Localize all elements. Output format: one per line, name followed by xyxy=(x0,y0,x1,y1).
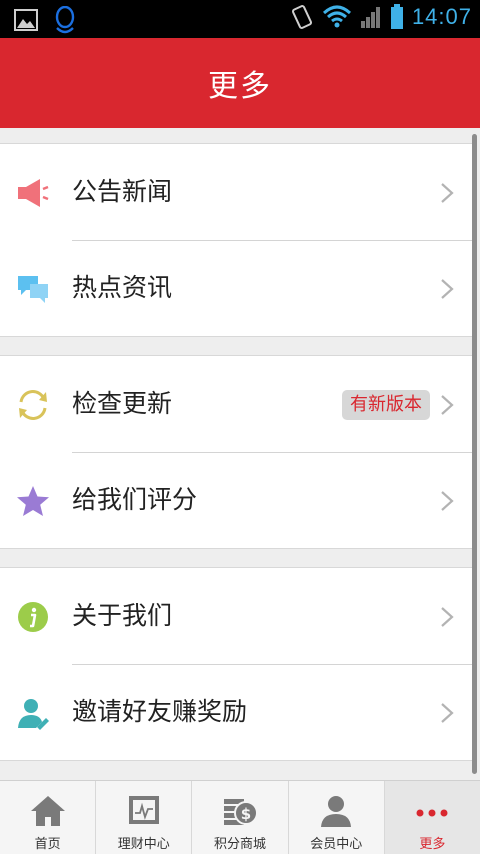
tab-member-center[interactable]: 会员中心 xyxy=(289,781,385,854)
tab-points-mall[interactable]: $ 积分商城 xyxy=(192,781,289,854)
invite-user-icon xyxy=(18,699,49,730)
menu-item-check-update[interactable]: 检查更新 有新版本 xyxy=(0,356,472,452)
tab-label: 积分商城 xyxy=(214,837,267,852)
menu-item-label: 关于我们 xyxy=(72,601,173,630)
vibrate-icon xyxy=(291,5,312,29)
page-title: 更多 xyxy=(208,69,272,104)
megaphone-icon xyxy=(18,179,49,207)
points-coin-icon: $ xyxy=(224,799,258,825)
chevron-right-icon xyxy=(441,607,454,627)
menu-item-invite-friends[interactable]: 邀请好友赚奖励 xyxy=(0,664,472,760)
menu-item-label: 检查更新 xyxy=(72,389,173,418)
tab-more[interactable]: 更多 xyxy=(384,781,480,854)
new-version-badge: 有新版本 xyxy=(342,390,430,420)
menu-item-label: 给我们评分 xyxy=(72,485,198,514)
chevron-right-icon xyxy=(441,183,454,203)
battery-icon xyxy=(390,4,403,29)
tab-label: 理财中心 xyxy=(117,837,170,852)
tab-home[interactable]: 首页 xyxy=(0,781,97,854)
menu-group-about: 关于我们 邀请好友赚奖励 xyxy=(0,567,472,761)
scrollbar[interactable] xyxy=(472,134,477,774)
menu-group-news: 公告新闻 热点资讯 xyxy=(0,143,472,337)
menu-item-label: 公告新闻 xyxy=(72,177,173,206)
signal-icon xyxy=(360,7,380,28)
menu-item-about-us[interactable]: 关于我们 xyxy=(0,568,472,664)
chevron-right-icon xyxy=(441,279,454,299)
tab-label: 首页 xyxy=(34,837,61,852)
status-bar: 14:07 xyxy=(0,0,480,38)
tab-finance-center[interactable]: 理财中心 xyxy=(96,781,193,854)
chevron-right-icon xyxy=(441,703,454,723)
menu-item-label: 热点资讯 xyxy=(72,273,173,302)
refresh-icon xyxy=(19,390,47,420)
qq-notification-icon xyxy=(55,6,75,34)
chat-bubbles-icon xyxy=(18,276,48,303)
member-person-icon xyxy=(321,796,352,827)
clock: 14:07 xyxy=(411,4,472,29)
menu-item-rate-us[interactable]: 给我们评分 xyxy=(0,452,472,548)
wifi-icon xyxy=(322,5,351,28)
menu-item-announcements[interactable]: 公告新闻 xyxy=(0,144,472,240)
chevron-right-icon xyxy=(441,395,454,415)
menu-group-app: 检查更新 有新版本 给我们评分 xyxy=(0,355,472,549)
bottom-tab-bar: 首页 理财中心 $ 积分商城 会员中心 更多 xyxy=(0,780,480,854)
gallery-notification-icon xyxy=(14,9,38,31)
info-icon xyxy=(18,602,48,632)
menu-item-label: 邀请好友赚奖励 xyxy=(72,697,248,726)
star-icon xyxy=(17,486,49,516)
home-icon xyxy=(30,796,65,826)
tab-label: 会员中心 xyxy=(310,837,363,852)
title-bar: 更多 xyxy=(0,38,480,128)
chart-board-icon xyxy=(128,796,159,824)
chevron-right-icon xyxy=(441,491,454,511)
tab-label: 更多 xyxy=(419,837,446,852)
menu-item-hot-news[interactable]: 热点资讯 xyxy=(0,240,472,336)
svg-text:$: $ xyxy=(241,805,251,823)
more-dots-icon xyxy=(416,809,448,817)
